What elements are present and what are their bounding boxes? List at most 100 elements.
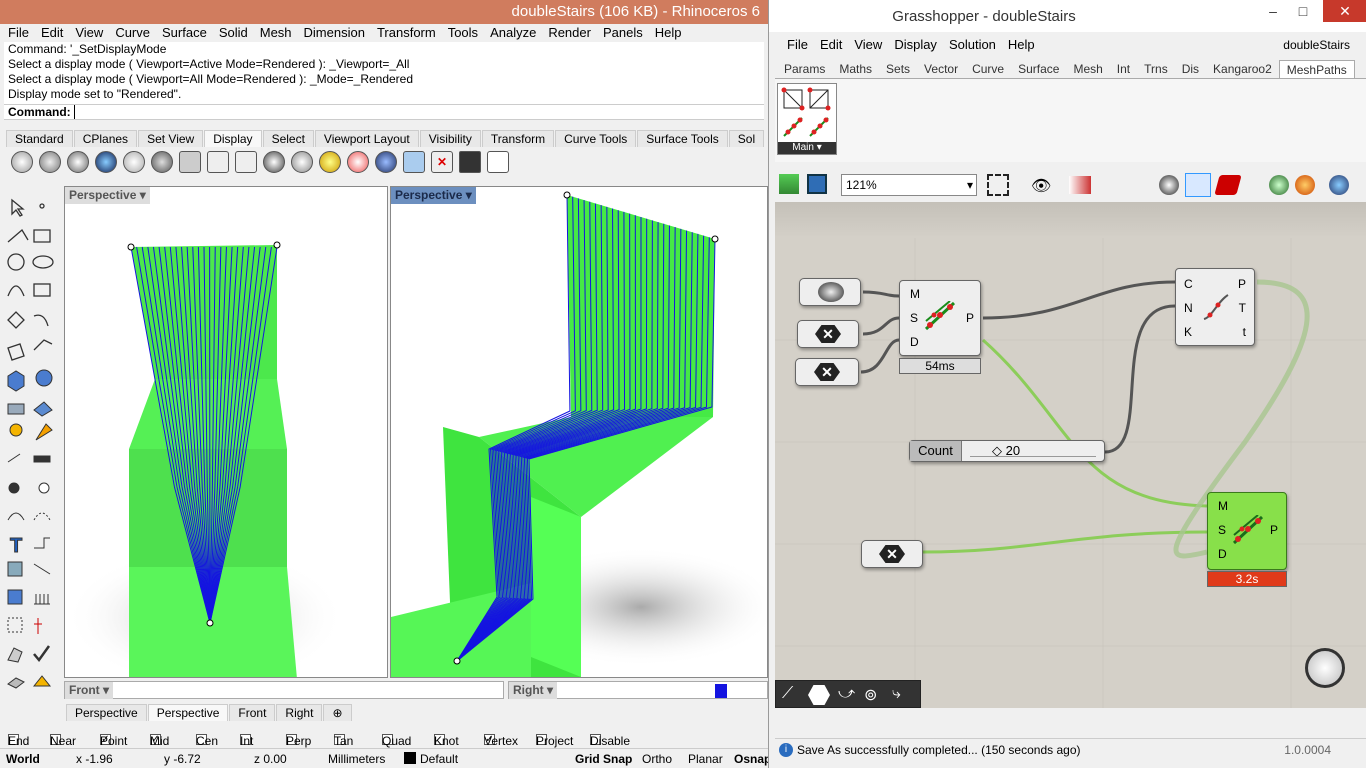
curve-param-icon[interactable]: ⟋ — [782, 685, 793, 703]
chevron-down-icon[interactable]: ▾ — [466, 188, 472, 202]
shaded-icon[interactable] — [39, 151, 61, 173]
menu-surface[interactable]: Surface — [156, 25, 213, 41]
tab-standard[interactable]: Standard — [6, 130, 73, 147]
blend-icon[interactable] — [33, 512, 51, 521]
gh-tab-sets[interactable]: Sets — [879, 60, 917, 79]
surface-icon[interactable] — [7, 343, 25, 361]
gh-tab-params[interactable]: Params — [777, 60, 832, 79]
command-input[interactable]: Command: — [4, 104, 764, 120]
input-n[interactable]: N — [1184, 301, 1193, 315]
preview-selected-icon[interactable] — [1214, 175, 1242, 195]
menu-analyze[interactable]: Analyze — [484, 25, 542, 41]
eye-icon[interactable]: 👁 — [1031, 176, 1051, 196]
gh-menu-solution[interactable]: Solution — [943, 37, 1002, 53]
material-preview-icon[interactable] — [1295, 175, 1315, 195]
zoom-dropdown[interactable]: 121% ▾ — [841, 174, 977, 196]
preview-wireframe-icon[interactable] — [1159, 175, 1179, 195]
cylinder-icon[interactable] — [7, 403, 25, 415]
gh-tab-meshpaths[interactable]: MeshPaths — [1278, 60, 1355, 79]
light-icon[interactable] — [319, 151, 341, 173]
output-p[interactable]: P — [1238, 277, 1246, 291]
viewport-label-active[interactable]: Perspective ▾ — [391, 187, 476, 204]
fillet-icon[interactable] — [7, 512, 25, 521]
point-param-2[interactable]: ✕ — [795, 358, 859, 386]
menu-panels[interactable]: Panels — [597, 25, 649, 41]
viewport-perspective-left[interactable]: Perspective ▾ — [64, 186, 388, 678]
input-k[interactable]: K — [1184, 325, 1192, 339]
gh-tab-surface[interactable]: Surface — [1011, 60, 1066, 79]
gh-menu-display[interactable]: Display — [888, 37, 943, 53]
gear-icon[interactable] — [9, 423, 23, 437]
viewport-label[interactable]: Front ▾ — [65, 682, 114, 699]
analyze-icon[interactable] — [33, 563, 51, 575]
cplane-indicator[interactable]: World — [6, 752, 40, 766]
tab-set-view[interactable]: Set View — [138, 130, 204, 147]
menu-transform[interactable]: Transform — [371, 25, 442, 41]
extrude-icon[interactable] — [33, 339, 53, 351]
technical-icon[interactable] — [151, 151, 173, 173]
dimension-icon[interactable] — [34, 537, 50, 549]
vp-tab-perspective[interactable]: Perspective — [66, 704, 147, 721]
meshpath-component-2[interactable]: M S D P — [1207, 492, 1287, 570]
gh-tab-mesh[interactable]: Mesh — [1066, 60, 1109, 79]
polyline-icon[interactable] — [7, 229, 29, 243]
boolean-split-icon[interactable] — [38, 482, 50, 494]
point-icon[interactable] — [39, 203, 45, 209]
check-icon[interactable] — [33, 645, 51, 663]
clipping-icon[interactable] — [403, 151, 425, 173]
menu-edit[interactable]: Edit — [35, 25, 69, 41]
loop-tool-icon[interactable]: ⊚ — [864, 685, 877, 705]
tab-display[interactable]: Display — [204, 130, 262, 147]
tab-curve-tools[interactable]: Curve Tools — [555, 130, 637, 147]
gh-tab-vector[interactable]: Vector — [917, 60, 965, 79]
vp-tab-front[interactable]: Front — [229, 704, 276, 721]
vp-tab-right[interactable]: Right — [276, 704, 323, 721]
mesh-settings-icon[interactable] — [1329, 175, 1349, 195]
divide-curve-component[interactable]: C N K P T t — [1175, 268, 1255, 346]
units-indicator[interactable]: Millimeters — [328, 752, 385, 766]
snap-icon[interactable] — [34, 618, 42, 634]
rectangle-pt-icon[interactable] — [33, 229, 51, 243]
open-file-icon[interactable] — [779, 174, 799, 194]
menu-file[interactable]: File — [2, 25, 35, 41]
tab-select[interactable]: Select — [262, 130, 314, 147]
input-s[interactable]: S — [910, 311, 918, 325]
layout-icon[interactable] — [7, 677, 25, 689]
crosshair-icon[interactable] — [347, 151, 369, 173]
ellipse-icon[interactable] — [32, 255, 54, 269]
viewport-perspective-right[interactable]: Perspective ▾ — [390, 186, 768, 678]
box-solid-icon[interactable] — [7, 370, 25, 392]
tab-surface-tools[interactable]: Surface Tools — [637, 130, 728, 147]
layer-indicator[interactable]: Default — [420, 752, 458, 766]
gh-tab-int[interactable]: Int — [1110, 60, 1137, 79]
gh-tab-dis[interactable]: Dis — [1175, 60, 1206, 79]
close-icon[interactable]: ✕ — [1323, 0, 1366, 22]
output-p[interactable]: P — [966, 311, 974, 325]
sketch-icon[interactable] — [1069, 176, 1091, 194]
vp-tab-perspective-active[interactable]: Perspective — [147, 704, 229, 721]
gh-document-name[interactable]: doubleStairs — [1283, 38, 1350, 52]
brep-tool-icon[interactable]: ⤷ — [892, 685, 901, 703]
osnap-toggle[interactable]: Osnap — [734, 752, 768, 766]
gh-menu-file[interactable]: File — [781, 37, 814, 53]
chevron-down-icon[interactable]: ▾ — [547, 683, 553, 697]
zoom-extents-icon[interactable] — [987, 174, 1009, 196]
arc-tool-icon[interactable]: ⤻ — [838, 685, 855, 703]
menu-tools[interactable]: Tools — [442, 25, 484, 41]
tab-viewport-layout[interactable]: Viewport Layout — [314, 130, 419, 147]
curve-icon[interactable] — [33, 314, 49, 327]
mesh-icon[interactable] — [33, 401, 53, 417]
tab-transform[interactable]: Transform — [481, 130, 555, 147]
menu-view[interactable]: View — [69, 25, 109, 41]
preview-shaded-icon[interactable] — [1185, 173, 1211, 197]
array-icon[interactable] — [7, 617, 23, 633]
rendered-icon[interactable] — [67, 151, 89, 173]
split-icon[interactable] — [7, 453, 21, 463]
sphere-icon[interactable] — [291, 151, 313, 173]
gh-canvas[interactable]: ✕ ✕ ✕ M S D P 54ms C N K P T t Count ◇ 2… — [775, 202, 1366, 708]
gh-tab-kangaroo2[interactable]: Kangaroo2 — [1206, 60, 1279, 79]
output-t[interactable]: T — [1239, 301, 1246, 315]
input-m[interactable]: M — [1218, 499, 1228, 513]
input-s[interactable]: S — [1218, 523, 1226, 537]
material-icon[interactable] — [32, 675, 52, 687]
